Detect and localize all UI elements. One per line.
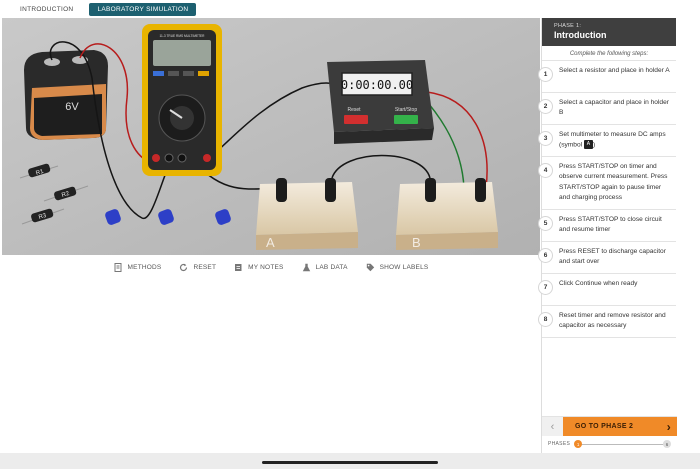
step-text-wrap: Set multimeter to measure DC amps (symbo… xyxy=(559,130,670,151)
chevron-right-icon: › xyxy=(666,419,671,434)
step-list: 1 Select a resistor and place in holder … xyxy=(538,61,676,338)
dc-amps-symbol-icon: A xyxy=(583,140,593,150)
phases-label: PHASES xyxy=(548,441,571,447)
lab-data-button[interactable]: LAB DATA xyxy=(302,263,348,272)
step-item: 1 Select a resistor and place in holder … xyxy=(538,61,676,93)
step-number: 7 xyxy=(538,279,553,295)
simulation-canvas: 6V 11-3 TRUE RMS MULTIMETER 0:00:00.00 R… xyxy=(2,18,540,255)
tab-bar: INTRODUCTION LABORATORY SIMULATION xyxy=(0,0,700,18)
step-number: 1 xyxy=(538,67,553,82)
methods-icon xyxy=(114,262,123,272)
step-text: Set multimeter to measure DC amps (symbo… xyxy=(559,131,666,149)
step-item: 5 Press START/STOP to close circuit and … xyxy=(538,210,676,242)
step-item: 3 Set multimeter to measure DC amps (sym… xyxy=(538,125,676,158)
step-text-end: ) xyxy=(592,141,596,149)
step-number: 2 xyxy=(538,99,553,114)
show-labels-button[interactable]: SHOW LABELS xyxy=(366,263,429,272)
phase-footer: ‹ GO TO PHASE 2 › PHASES 1 6 xyxy=(542,416,677,453)
multimeter-display xyxy=(153,40,211,66)
instructions-panel: PHASE 1: Introduction Complete the follo… xyxy=(538,18,677,453)
reset-icon xyxy=(179,263,188,272)
step-number: 3 xyxy=(538,131,553,146)
chevron-left-icon: ‹ xyxy=(550,420,555,433)
step-text: Press START/STOP to close circuit and re… xyxy=(559,215,662,234)
timer-startstop-button[interactable] xyxy=(394,115,418,124)
sim-toolbar: METHODS RESET MY NOTES LAB DATA SHOW LAB… xyxy=(2,258,540,276)
previous-phase-button[interactable]: ‹ xyxy=(542,417,563,436)
reset-button[interactable]: RESET xyxy=(179,263,216,272)
simulation-scene: 6V 11-3 TRUE RMS MULTIMETER 0:00:00.00 R… xyxy=(2,18,540,255)
lab-app: INTRODUCTION LABORATORY SIMULATION 6V 11… xyxy=(0,0,700,469)
phase-dot-last[interactable]: 6 xyxy=(663,440,671,448)
step-text: Click Continue when ready xyxy=(559,279,638,287)
next-phase-label: GO TO PHASE 2 xyxy=(575,423,634,430)
home-indicator[interactable] xyxy=(262,461,438,464)
my-notes-label: MY NOTES xyxy=(248,263,284,271)
notes-area xyxy=(2,278,540,453)
flask-icon xyxy=(302,263,311,272)
lab-data-label: LAB DATA xyxy=(315,263,348,271)
phase-number: PHASE 1: xyxy=(554,23,582,29)
timer-startstop-label: Start/Stop xyxy=(395,107,417,113)
go-to-phase-2-button[interactable]: GO TO PHASE 2 › xyxy=(563,417,677,436)
phase-nav: ‹ GO TO PHASE 2 › xyxy=(542,417,677,436)
step-number: 4 xyxy=(538,163,553,179)
step-number: 6 xyxy=(538,247,553,263)
step-number: 5 xyxy=(538,215,553,231)
battery-6v[interactable]: 6V xyxy=(24,50,108,140)
step-item: 6 Press RESET to discharge capacitor and… xyxy=(538,242,676,274)
show-labels-label: SHOW LABELS xyxy=(379,263,429,271)
reset-label: RESET xyxy=(193,263,217,271)
timer-reset-button[interactable] xyxy=(344,115,368,124)
timer-reset-label: Reset xyxy=(347,107,361,113)
step-text: Press RESET to discharge capacitor and s… xyxy=(559,247,666,266)
step-item: 4 Press START/STOP on timer and observe … xyxy=(538,157,676,210)
holder-a[interactable]: A xyxy=(256,178,358,250)
methods-label: METHODS xyxy=(127,263,162,271)
multimeter[interactable]: 11-3 TRUE RMS MULTIMETER xyxy=(142,24,222,176)
step-number: 8 xyxy=(538,311,553,327)
methods-button[interactable]: METHODS xyxy=(114,262,162,272)
step-text: Press START/STOP on timer and observe cu… xyxy=(559,163,668,202)
my-notes-button[interactable]: MY NOTES xyxy=(234,263,283,272)
battery-label: 6V xyxy=(65,101,79,113)
step-item: 7 Click Continue when ready xyxy=(538,274,676,306)
timer-readout: 0:00:00.00 xyxy=(341,78,413,92)
phase-header: PHASE 1: Introduction xyxy=(542,18,676,46)
phase-dot-current[interactable]: 1 xyxy=(574,440,583,448)
step-text: Select a capacitor and place in holder B xyxy=(559,99,669,117)
multimeter-brand: 11-3 TRUE RMS MULTIMETER xyxy=(160,34,206,38)
holder-b-label: B xyxy=(412,235,421,250)
step-text: Reset timer and remove resistor and capa… xyxy=(559,311,666,330)
phase-track: 1 6 xyxy=(574,440,671,448)
holder-a-label: A xyxy=(266,235,275,250)
step-item: 8 Reset timer and remove resistor and ca… xyxy=(538,306,676,338)
notes-icon xyxy=(234,263,243,272)
phase-progress: PHASES 1 6 xyxy=(542,436,677,448)
step-item: 2 Select a capacitor and place in holder… xyxy=(538,93,676,125)
step-text: Select a resistor and place in holder A xyxy=(559,67,670,74)
holder-b[interactable]: B xyxy=(396,178,498,250)
tag-icon xyxy=(366,263,375,272)
timer: 0:00:00.00 Reset Start/Stop xyxy=(327,60,434,144)
phase-title: Introduction xyxy=(554,30,607,40)
instruction-text: Complete the following steps: xyxy=(542,46,676,61)
tab-laboratory-simulation[interactable]: LABORATORY SIMULATION xyxy=(89,2,197,16)
tab-introduction[interactable]: INTRODUCTION xyxy=(12,3,81,16)
